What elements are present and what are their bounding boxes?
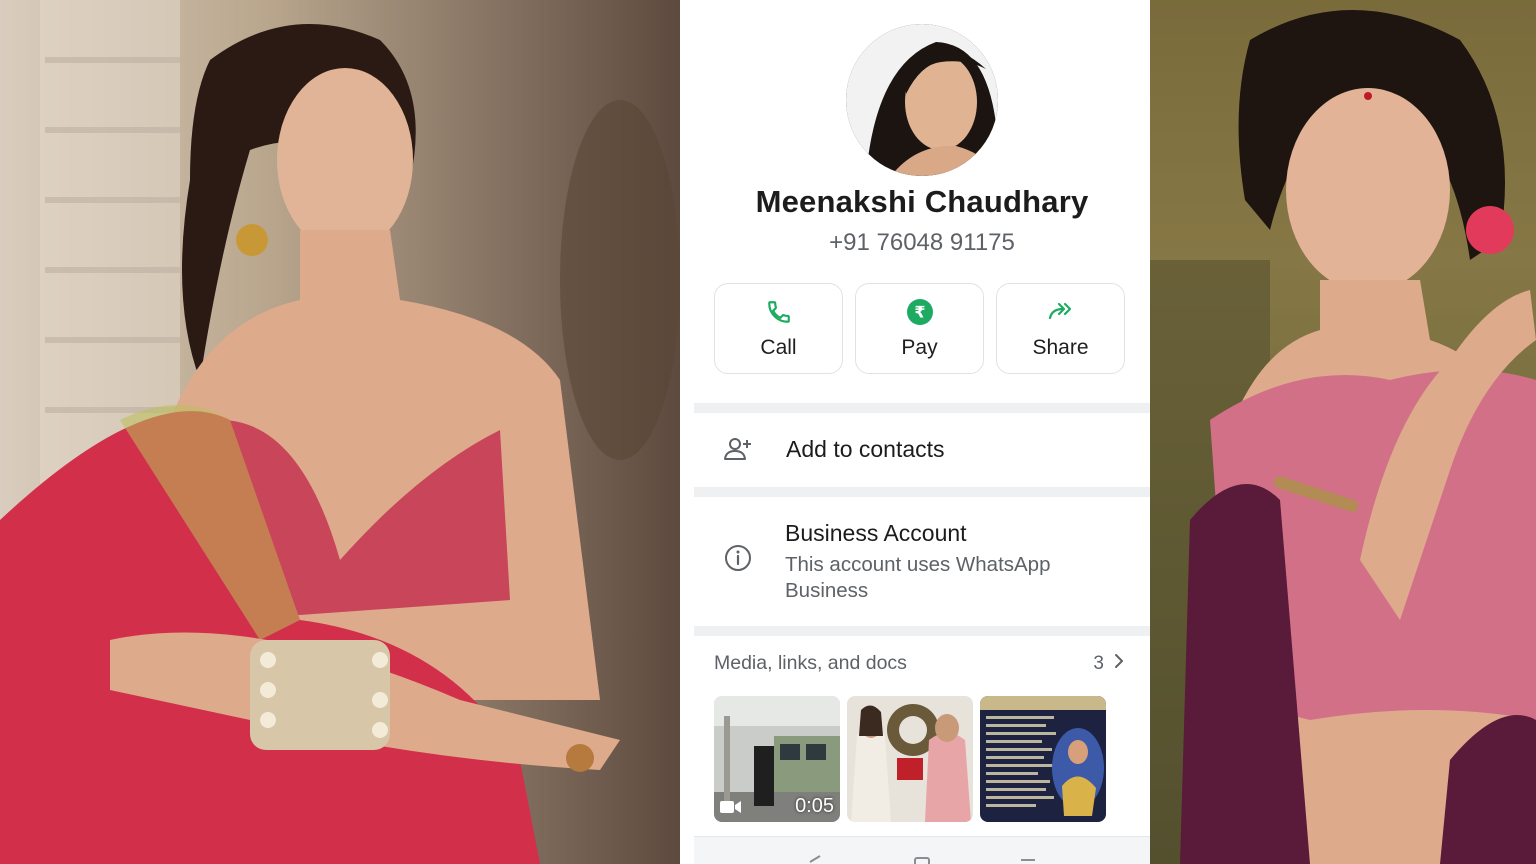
business-account-description: This account uses WhatsApp Business — [785, 553, 1051, 602]
home-nav-icon[interactable] — [914, 853, 930, 864]
avatar[interactable] — [846, 24, 998, 176]
screen-edge — [680, 0, 694, 864]
whatsapp-contact-info-screen: Meenakshi Chaudhary +91 76048 91175 Call… — [680, 0, 1150, 864]
business-account-row[interactable]: Business Account This account uses Whats… — [694, 498, 1150, 626]
call-label: Call — [760, 335, 797, 359]
add-to-contacts-row[interactable]: Add to contacts — [694, 413, 1150, 485]
phone-icon — [765, 298, 793, 326]
right-photo — [1150, 0, 1536, 864]
info-icon — [708, 544, 768, 572]
media-count-value: 3 — [1093, 652, 1104, 674]
recents-nav-icon[interactable] — [1020, 853, 1036, 864]
left-photo — [0, 0, 680, 864]
back-nav-icon[interactable] — [806, 853, 822, 864]
section-divider — [694, 626, 1150, 636]
pay-button[interactable]: ₹ Pay — [855, 283, 984, 374]
svg-text:₹: ₹ — [914, 302, 925, 321]
chevron-right-icon — [1114, 653, 1124, 675]
quick-actions: Call ₹ Pay Share — [714, 283, 1125, 374]
contact-name: Meenakshi Chaudhary — [755, 184, 1089, 219]
section-divider — [694, 403, 1150, 413]
pay-label: Pay — [901, 335, 938, 359]
add-to-contacts-label: Add to contacts — [786, 435, 945, 462]
video-duration: 0:05 — [795, 795, 834, 817]
media-thumbnails: 0:05 — [714, 696, 1106, 822]
contact-phone-number: +91 76048 91175 — [829, 229, 1015, 256]
rupee-icon: ₹ — [906, 298, 934, 326]
share-label: Share — [1032, 335, 1089, 359]
media-thumbnail-video[interactable]: 0:05 — [714, 696, 840, 822]
media-count: 3 — [1093, 653, 1124, 675]
person-add-icon — [708, 436, 768, 462]
share-forward-icon — [1047, 298, 1075, 326]
android-navigation-bar — [694, 836, 1150, 864]
media-thumbnail-image[interactable] — [847, 696, 973, 822]
business-account-title: Business Account — [785, 520, 967, 546]
video-camera-icon — [720, 800, 742, 814]
section-divider — [694, 487, 1150, 497]
media-thumbnail-image[interactable] — [980, 696, 1106, 822]
share-button[interactable]: Share — [996, 283, 1125, 374]
collage: Meenakshi Chaudhary +91 76048 91175 Call… — [0, 0, 1536, 864]
media-links-docs-header[interactable]: Media, links, and docs 3 — [714, 652, 1124, 675]
call-button[interactable]: Call — [714, 283, 843, 374]
media-section-title: Media, links, and docs — [714, 652, 907, 674]
